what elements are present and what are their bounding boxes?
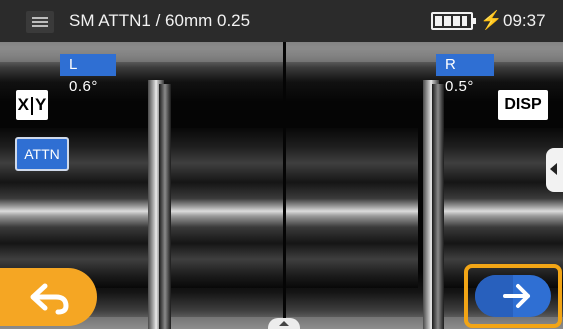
left-fiber-core bbox=[165, 128, 285, 288]
xy-view-toggle-button[interactable]: XY bbox=[16, 90, 48, 120]
menu-icon-line bbox=[32, 17, 48, 19]
battery-icon bbox=[431, 12, 476, 30]
chevron-up-icon bbox=[279, 321, 289, 326]
chevron-left-icon bbox=[550, 163, 557, 175]
bottom-panel-handle[interactable] bbox=[268, 318, 300, 329]
charging-icon: ⚡ bbox=[480, 10, 503, 30]
disp-button[interactable]: DISP bbox=[498, 90, 548, 120]
program-title: SM ATTN1 / 60mm 0.25 bbox=[69, 11, 251, 30]
status-bar: SM ATTN1 / 60mm 0.25 ⚡ 09:37 bbox=[0, 0, 563, 42]
right-cleave-angle-badge: R 0.5° bbox=[436, 54, 494, 95]
fiber-view: L 0.6° R 0.5° XY ATTN DISP bbox=[0, 42, 563, 329]
y-view-label: Y bbox=[35, 95, 47, 114]
right-arrow-icon bbox=[503, 284, 530, 308]
left-cleave-angle-badge: L 0.6° bbox=[60, 54, 116, 95]
center-reference-line bbox=[283, 42, 286, 329]
left-gap-highlight bbox=[159, 84, 171, 329]
menu-icon-line bbox=[32, 25, 48, 27]
next-button[interactable] bbox=[464, 264, 562, 328]
menu-icon-line bbox=[32, 21, 48, 23]
attn-button[interactable]: ATTN bbox=[15, 137, 69, 171]
back-arrow-icon bbox=[30, 283, 69, 315]
right-fiber-core bbox=[286, 128, 418, 288]
back-button[interactable] bbox=[0, 268, 97, 326]
x-view-label: X bbox=[17, 95, 29, 114]
menu-button[interactable] bbox=[26, 11, 54, 33]
right-gap-highlight bbox=[432, 84, 444, 329]
side-panel-tab[interactable] bbox=[546, 148, 563, 192]
splicer-screen: SM ATTN1 / 60mm 0.25 ⚡ 09:37 L 0.6° R 0.… bbox=[0, 0, 563, 329]
next-button-face bbox=[475, 275, 551, 317]
clock: 09:37 bbox=[503, 11, 546, 30]
